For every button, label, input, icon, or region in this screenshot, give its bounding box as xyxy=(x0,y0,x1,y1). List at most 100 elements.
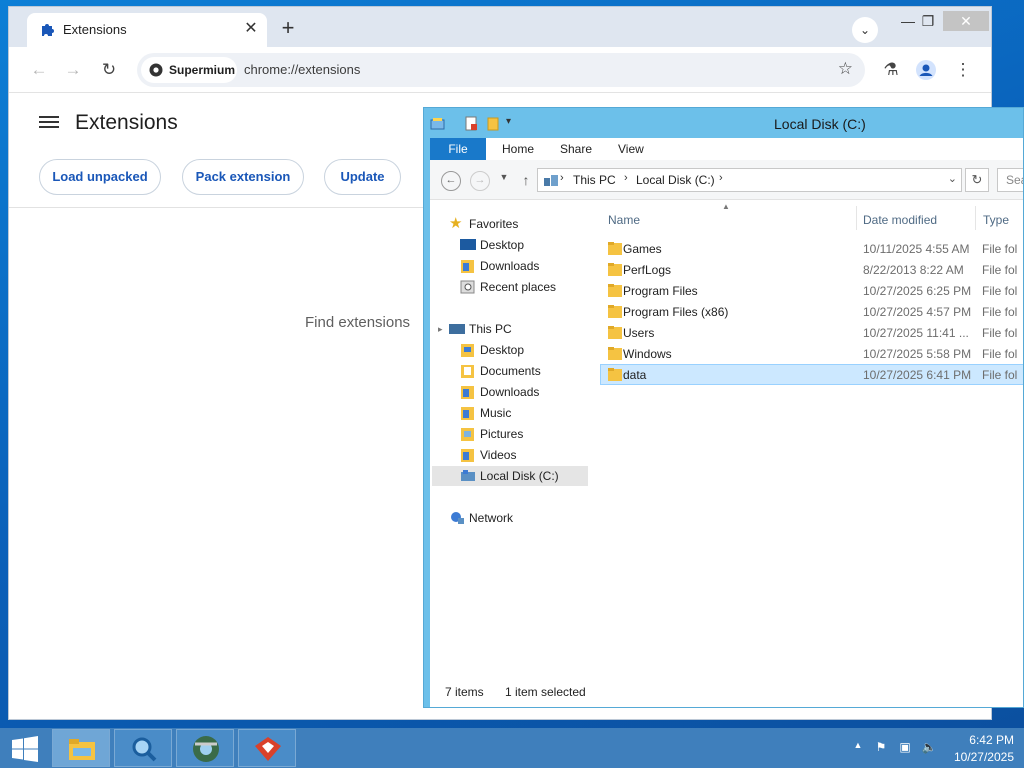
labs-flask-icon[interactable]: ⚗ xyxy=(877,56,905,84)
forward-button[interactable]: → xyxy=(59,56,87,84)
clock-date[interactable]: 10/27/2025 xyxy=(944,750,1014,764)
nav-network[interactable]: Network xyxy=(449,508,607,528)
nav-label: Documents xyxy=(480,364,541,378)
nav-local-disk[interactable]: Local Disk (C:) xyxy=(432,466,588,486)
new-folder-icon[interactable] xyxy=(486,116,501,131)
breadcrumb-chevron-icon[interactable]: › xyxy=(624,172,628,184)
network-tray-icon[interactable]: ▣ xyxy=(897,740,913,756)
column-divider[interactable] xyxy=(975,206,976,230)
collapse-chevron-icon[interactable]: ▸ xyxy=(438,324,443,335)
menu-kebab-icon[interactable]: ⋮ xyxy=(949,56,977,84)
taskbar-app[interactable] xyxy=(238,729,296,767)
column-header-type[interactable]: Type xyxy=(983,213,1009,227)
file-type: File fol xyxy=(982,326,1018,340)
properties-icon[interactable] xyxy=(464,116,479,131)
address-dropdown-icon[interactable]: ⌄ xyxy=(948,172,957,185)
nav-favorites[interactable]: ★ Favorites xyxy=(449,214,607,234)
clock-time[interactable]: 6:42 PM xyxy=(944,733,1014,747)
ribbon-tab-share[interactable]: Share xyxy=(560,142,592,156)
nav-this-pc[interactable]: ▸ This PC xyxy=(438,319,607,339)
breadcrumb-chevron-icon[interactable]: › xyxy=(719,172,723,184)
file-date: 10/27/2025 11:41 ... xyxy=(863,326,969,340)
file-name: Games xyxy=(623,242,662,256)
column-header-date[interactable]: Date modified xyxy=(863,213,937,227)
up-arrow-icon[interactable]: ↑ xyxy=(516,172,536,192)
customize-qat-icon[interactable]: ▾ xyxy=(506,116,521,131)
column-divider[interactable] xyxy=(856,206,857,230)
close-button[interactable]: ✕ xyxy=(943,11,989,31)
file-row[interactable]: PerfLogs 8/22/2013 8:22 AM File fol xyxy=(600,259,1023,280)
column-header-name[interactable]: Name xyxy=(608,213,640,227)
nav-favorites-downloads[interactable]: Downloads xyxy=(460,256,618,276)
ribbon-tab-home[interactable]: Home xyxy=(502,142,534,156)
volume-muted-icon[interactable]: 🔈 xyxy=(921,740,937,756)
file-explorer-window: ▾ Local Disk (C:) File Home Share View ←… xyxy=(423,107,1024,708)
file-row-selected[interactable]: data 10/27/2025 6:41 PM File fol xyxy=(600,364,1023,385)
nav-pc-downloads[interactable]: Downloads xyxy=(460,382,618,402)
folder-icon xyxy=(608,347,622,360)
file-date: 8/22/2013 8:22 AM xyxy=(863,263,964,277)
new-tab-button[interactable]: + xyxy=(275,16,301,42)
show-hidden-icons-icon[interactable]: ▲ xyxy=(850,740,866,756)
nav-favorites-desktop[interactable]: Desktop xyxy=(460,235,618,255)
pack-extension-button[interactable]: Pack extension xyxy=(182,159,304,195)
navigation-bar: ← → ▼ ↑ › This PC › Local Disk (C:) › ⌄ … xyxy=(430,160,1023,200)
update-button[interactable]: Update xyxy=(324,159,401,195)
nav-recent-places[interactable]: Recent places xyxy=(460,277,618,297)
ribbon-tab-view[interactable]: View xyxy=(618,142,644,156)
folder-icon xyxy=(608,242,622,255)
explorer-content: ★ Favorites Desktop Downloads Recent pla… xyxy=(430,200,1023,677)
file-row[interactable]: Program Files (x86) 10/27/2025 4:57 PM F… xyxy=(600,301,1023,322)
file-row[interactable]: Windows 10/27/2025 5:58 PM File fol xyxy=(600,343,1023,364)
page-title: Extensions xyxy=(75,111,178,134)
breadcrumb-local-disk[interactable]: Local Disk (C:) xyxy=(636,173,715,187)
breadcrumb-this-pc[interactable]: This PC xyxy=(573,173,616,187)
red-app-icon xyxy=(255,737,281,761)
bookmark-star-icon[interactable]: ☆ xyxy=(838,59,853,79)
nav-pc-pictures[interactable]: Pictures xyxy=(460,424,618,444)
action-center-flag-icon[interactable]: ⚑ xyxy=(873,740,889,756)
taskbar-file-explorer[interactable] xyxy=(52,729,110,767)
this-pc-icon xyxy=(449,324,465,334)
nav-pc-desktop[interactable]: Desktop xyxy=(460,340,618,360)
nav-pc-documents[interactable]: Documents xyxy=(460,361,618,381)
file-type: File fol xyxy=(982,242,1018,256)
hamburger-menu-icon[interactable] xyxy=(39,113,59,133)
nav-pc-videos[interactable]: Videos xyxy=(460,445,618,465)
find-extensions-link[interactable]: Find extensions xyxy=(305,314,410,331)
breadcrumb-chevron-icon[interactable]: › xyxy=(560,172,564,184)
forward-arrow-icon[interactable]: → xyxy=(470,171,490,191)
nav-pc-music[interactable]: Music xyxy=(460,403,618,423)
back-button[interactable]: ← xyxy=(25,56,53,84)
taskbar-search-app[interactable] xyxy=(114,729,172,767)
start-windows-icon[interactable] xyxy=(10,736,40,762)
address-bar[interactable]: Supermium chrome://extensions ☆ xyxy=(137,53,865,87)
recent-locations-icon[interactable]: ▼ xyxy=(494,172,514,192)
refresh-icon[interactable]: ↻ xyxy=(965,168,989,192)
file-row[interactable]: Program Files 10/27/2025 6:25 PM File fo… xyxy=(600,280,1023,301)
taskbar-supermium[interactable] xyxy=(176,729,234,767)
load-unpacked-button[interactable]: Load unpacked xyxy=(39,159,161,195)
folder-icon xyxy=(608,368,622,381)
explorer-titlebar: ▾ Local Disk (C:) xyxy=(424,108,1023,138)
tab-close-button[interactable]: ✕ xyxy=(241,19,261,39)
documents-folder-icon xyxy=(461,365,474,378)
star-icon: ★ xyxy=(449,215,463,232)
file-list: ▲ Name Date modified Type Games 10/11/20… xyxy=(600,200,1023,677)
search-box[interactable]: Sea xyxy=(997,168,1023,192)
file-type: File fol xyxy=(982,263,1018,277)
profile-avatar[interactable] xyxy=(912,56,940,84)
back-arrow-icon[interactable]: ← xyxy=(441,171,461,191)
nav-label: Recent places xyxy=(480,280,557,294)
reload-button[interactable]: ↻ xyxy=(95,56,123,84)
tab-extensions[interactable]: Extensions ✕ xyxy=(27,13,267,47)
nav-label: Downloads xyxy=(480,259,540,273)
tab-search-button[interactable]: ⌄ xyxy=(852,17,878,43)
address-bar[interactable]: › This PC › Local Disk (C:) › ⌄ xyxy=(537,168,962,192)
site-chip[interactable]: Supermium xyxy=(141,57,237,83)
this-pc-icon xyxy=(544,175,558,186)
ribbon-tab-file[interactable]: File xyxy=(430,138,486,160)
maximize-button[interactable]: ❐ xyxy=(911,11,945,31)
file-row[interactable]: Games 10/11/2025 4:55 AM File fol xyxy=(600,238,1023,259)
file-row[interactable]: Users 10/27/2025 11:41 ... File fol xyxy=(600,322,1023,343)
